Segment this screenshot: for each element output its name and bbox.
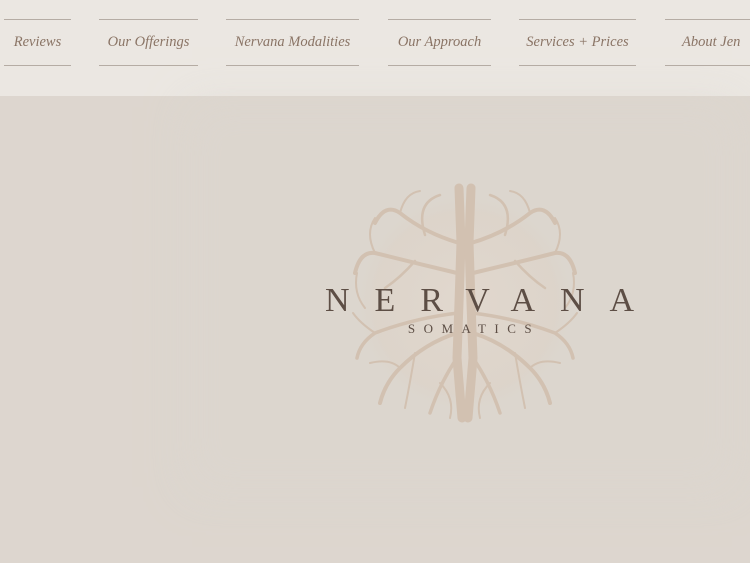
nav-link-reviews[interactable]: Reviews <box>4 19 71 66</box>
header-bar: Reviews Our Offerings Nervana Modalities… <box>0 0 750 96</box>
nav-link-label: About Jen <box>682 34 741 50</box>
nav-link-label: Reviews <box>13 34 62 50</box>
nav-link-label: Our Offerings <box>107 34 190 50</box>
brand-subtitle: SOMATICS <box>407 321 541 336</box>
brand-wordmark: NERVANA SOMATICS <box>300 283 640 337</box>
nav-link-nervana-modalities[interactable]: Nervana Modalities <box>226 19 359 66</box>
nav-link-our-approach[interactable]: Our Approach <box>388 19 491 66</box>
nav-link-services-prices[interactable]: Services + Prices <box>519 19 636 66</box>
nav-link-about-jen[interactable]: About Jen <box>665 19 750 66</box>
brand-name: NERVANA <box>325 282 660 319</box>
nav-link-label: Nervana Modalities <box>234 34 351 50</box>
nav-link-label: Our Approach <box>397 34 482 50</box>
nav-link-our-offerings[interactable]: Our Offerings <box>99 19 198 66</box>
nav-link-label: Services + Prices <box>526 34 629 50</box>
